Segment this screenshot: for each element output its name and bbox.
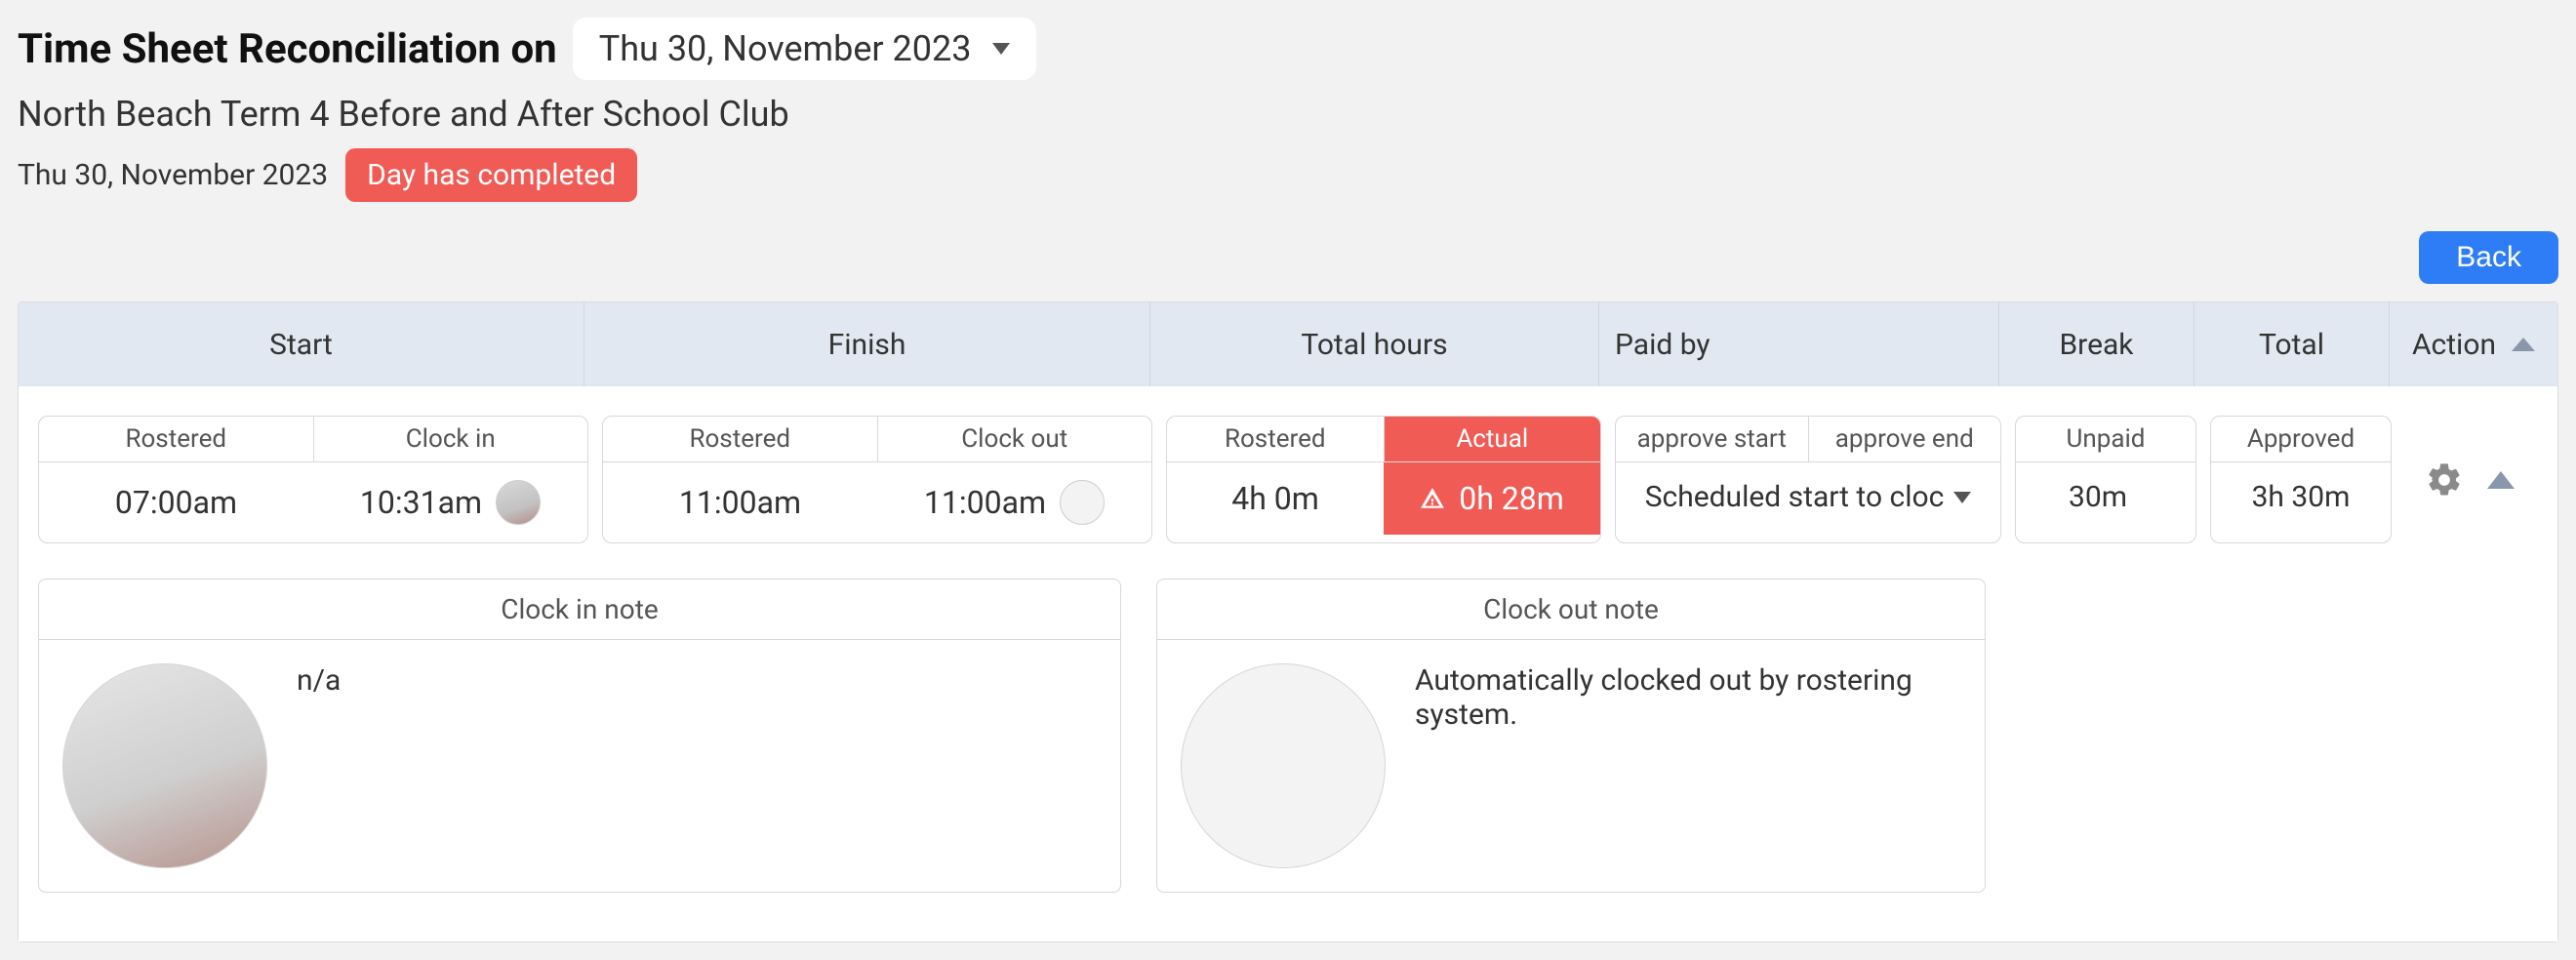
clockout-time: 11:00am xyxy=(924,484,1046,521)
date-selector-value: Thu 30, November 2023 xyxy=(599,28,972,69)
break-cell: Unpaid 30m xyxy=(2015,416,2196,543)
total-hours-cell: Rostered Actual 4h 0m 0h 28m xyxy=(1166,416,1601,543)
break-select[interactable]: 30m xyxy=(2016,462,2195,532)
start-clockin-label: Clock in xyxy=(314,417,588,461)
clock-in-note: Clock in note n/a xyxy=(38,579,1121,893)
finish-clockout-value: 11:00am xyxy=(877,462,1151,542)
start-rostered-label: Rostered xyxy=(39,417,314,461)
approved-cell: Approved 3h 30m xyxy=(2210,416,2392,543)
col-start: Start xyxy=(19,302,584,386)
paid-by-cell: approve start approve end Scheduled star… xyxy=(1615,416,2001,543)
paid-by-value: Scheduled start to cloc xyxy=(1645,480,1945,514)
break-label: Unpaid xyxy=(2016,417,2195,461)
clock-out-note-text: Automatically clocked out by rostering s… xyxy=(1415,663,1961,868)
timesheet-table: Start Finish Total hours Paid by Break T… xyxy=(18,301,2558,942)
totalhours-actual-label: Actual xyxy=(1385,417,1601,461)
totalhours-rostered-label: Rostered xyxy=(1167,417,1385,461)
warning-icon xyxy=(1420,486,1445,511)
page-title: Time Sheet Reconciliation on xyxy=(18,25,557,73)
clockin-avatar[interactable] xyxy=(496,480,541,525)
col-total: Total xyxy=(2194,302,2390,386)
clock-in-avatar xyxy=(62,663,267,868)
day-status-badge: Day has completed xyxy=(345,148,637,202)
approve-end-label: approve end xyxy=(1809,417,2001,461)
gear-icon[interactable] xyxy=(2425,460,2464,500)
chevron-up-icon[interactable] xyxy=(2487,471,2515,489)
chevron-down-icon xyxy=(1953,492,1971,503)
col-total-hours: Total hours xyxy=(1150,302,1599,386)
approve-start-label: approve start xyxy=(1616,417,1809,461)
program-name: North Beach Term 4 Before and After Scho… xyxy=(18,94,2558,135)
paid-by-select[interactable]: Scheduled start to cloc xyxy=(1616,462,2000,532)
start-clockin-value: 10:31am xyxy=(313,462,587,542)
col-action-label: Action xyxy=(2412,328,2496,362)
col-action: Action xyxy=(2390,302,2557,386)
clockin-time: 10:31am xyxy=(360,484,482,521)
approved-label: Approved xyxy=(2211,417,2391,461)
date-selector[interactable]: Thu 30, November 2023 xyxy=(573,18,1037,80)
col-finish: Finish xyxy=(584,302,1150,386)
col-paid-by: Paid by xyxy=(1599,302,1999,386)
chevron-down-icon xyxy=(992,43,1010,55)
finish-rostered-label: Rostered xyxy=(603,417,878,461)
clock-out-avatar xyxy=(1181,663,1386,868)
clockout-avatar[interactable] xyxy=(1060,480,1105,525)
table-row: Rostered Clock in 07:00am 10:31am Roster… xyxy=(38,416,2538,543)
finish-cell: Rostered Clock out 11:00am 11:00am xyxy=(602,416,1152,543)
start-rostered-value: 07:00am xyxy=(39,462,313,542)
break-value: 30m xyxy=(2069,480,2127,514)
approved-value: 3h 30m xyxy=(2211,462,2391,532)
finish-clockout-label: Clock out xyxy=(878,417,1152,461)
clock-out-note-heading: Clock out note xyxy=(1157,580,1985,640)
table-header: Start Finish Total hours Paid by Break T… xyxy=(19,302,2557,386)
totalhours-actual-value: 0h 28m xyxy=(1384,462,1600,535)
totalhours-rostered-value: 4h 0m xyxy=(1167,462,1384,535)
actual-hours-text: 0h 28m xyxy=(1459,480,1564,517)
chevron-up-icon[interactable] xyxy=(2512,338,2535,351)
col-break: Break xyxy=(1999,302,2194,386)
clock-out-note: Clock out note Automatically clocked out… xyxy=(1156,579,1986,893)
date-text: Thu 30, November 2023 xyxy=(18,158,328,192)
clock-in-note-text: n/a xyxy=(297,663,1097,868)
row-actions xyxy=(2405,416,2538,543)
back-button[interactable]: Back xyxy=(2419,231,2558,284)
finish-rostered-value: 11:00am xyxy=(603,462,877,542)
clock-in-note-heading: Clock in note xyxy=(39,580,1120,640)
start-cell: Rostered Clock in 07:00am 10:31am xyxy=(38,416,588,543)
